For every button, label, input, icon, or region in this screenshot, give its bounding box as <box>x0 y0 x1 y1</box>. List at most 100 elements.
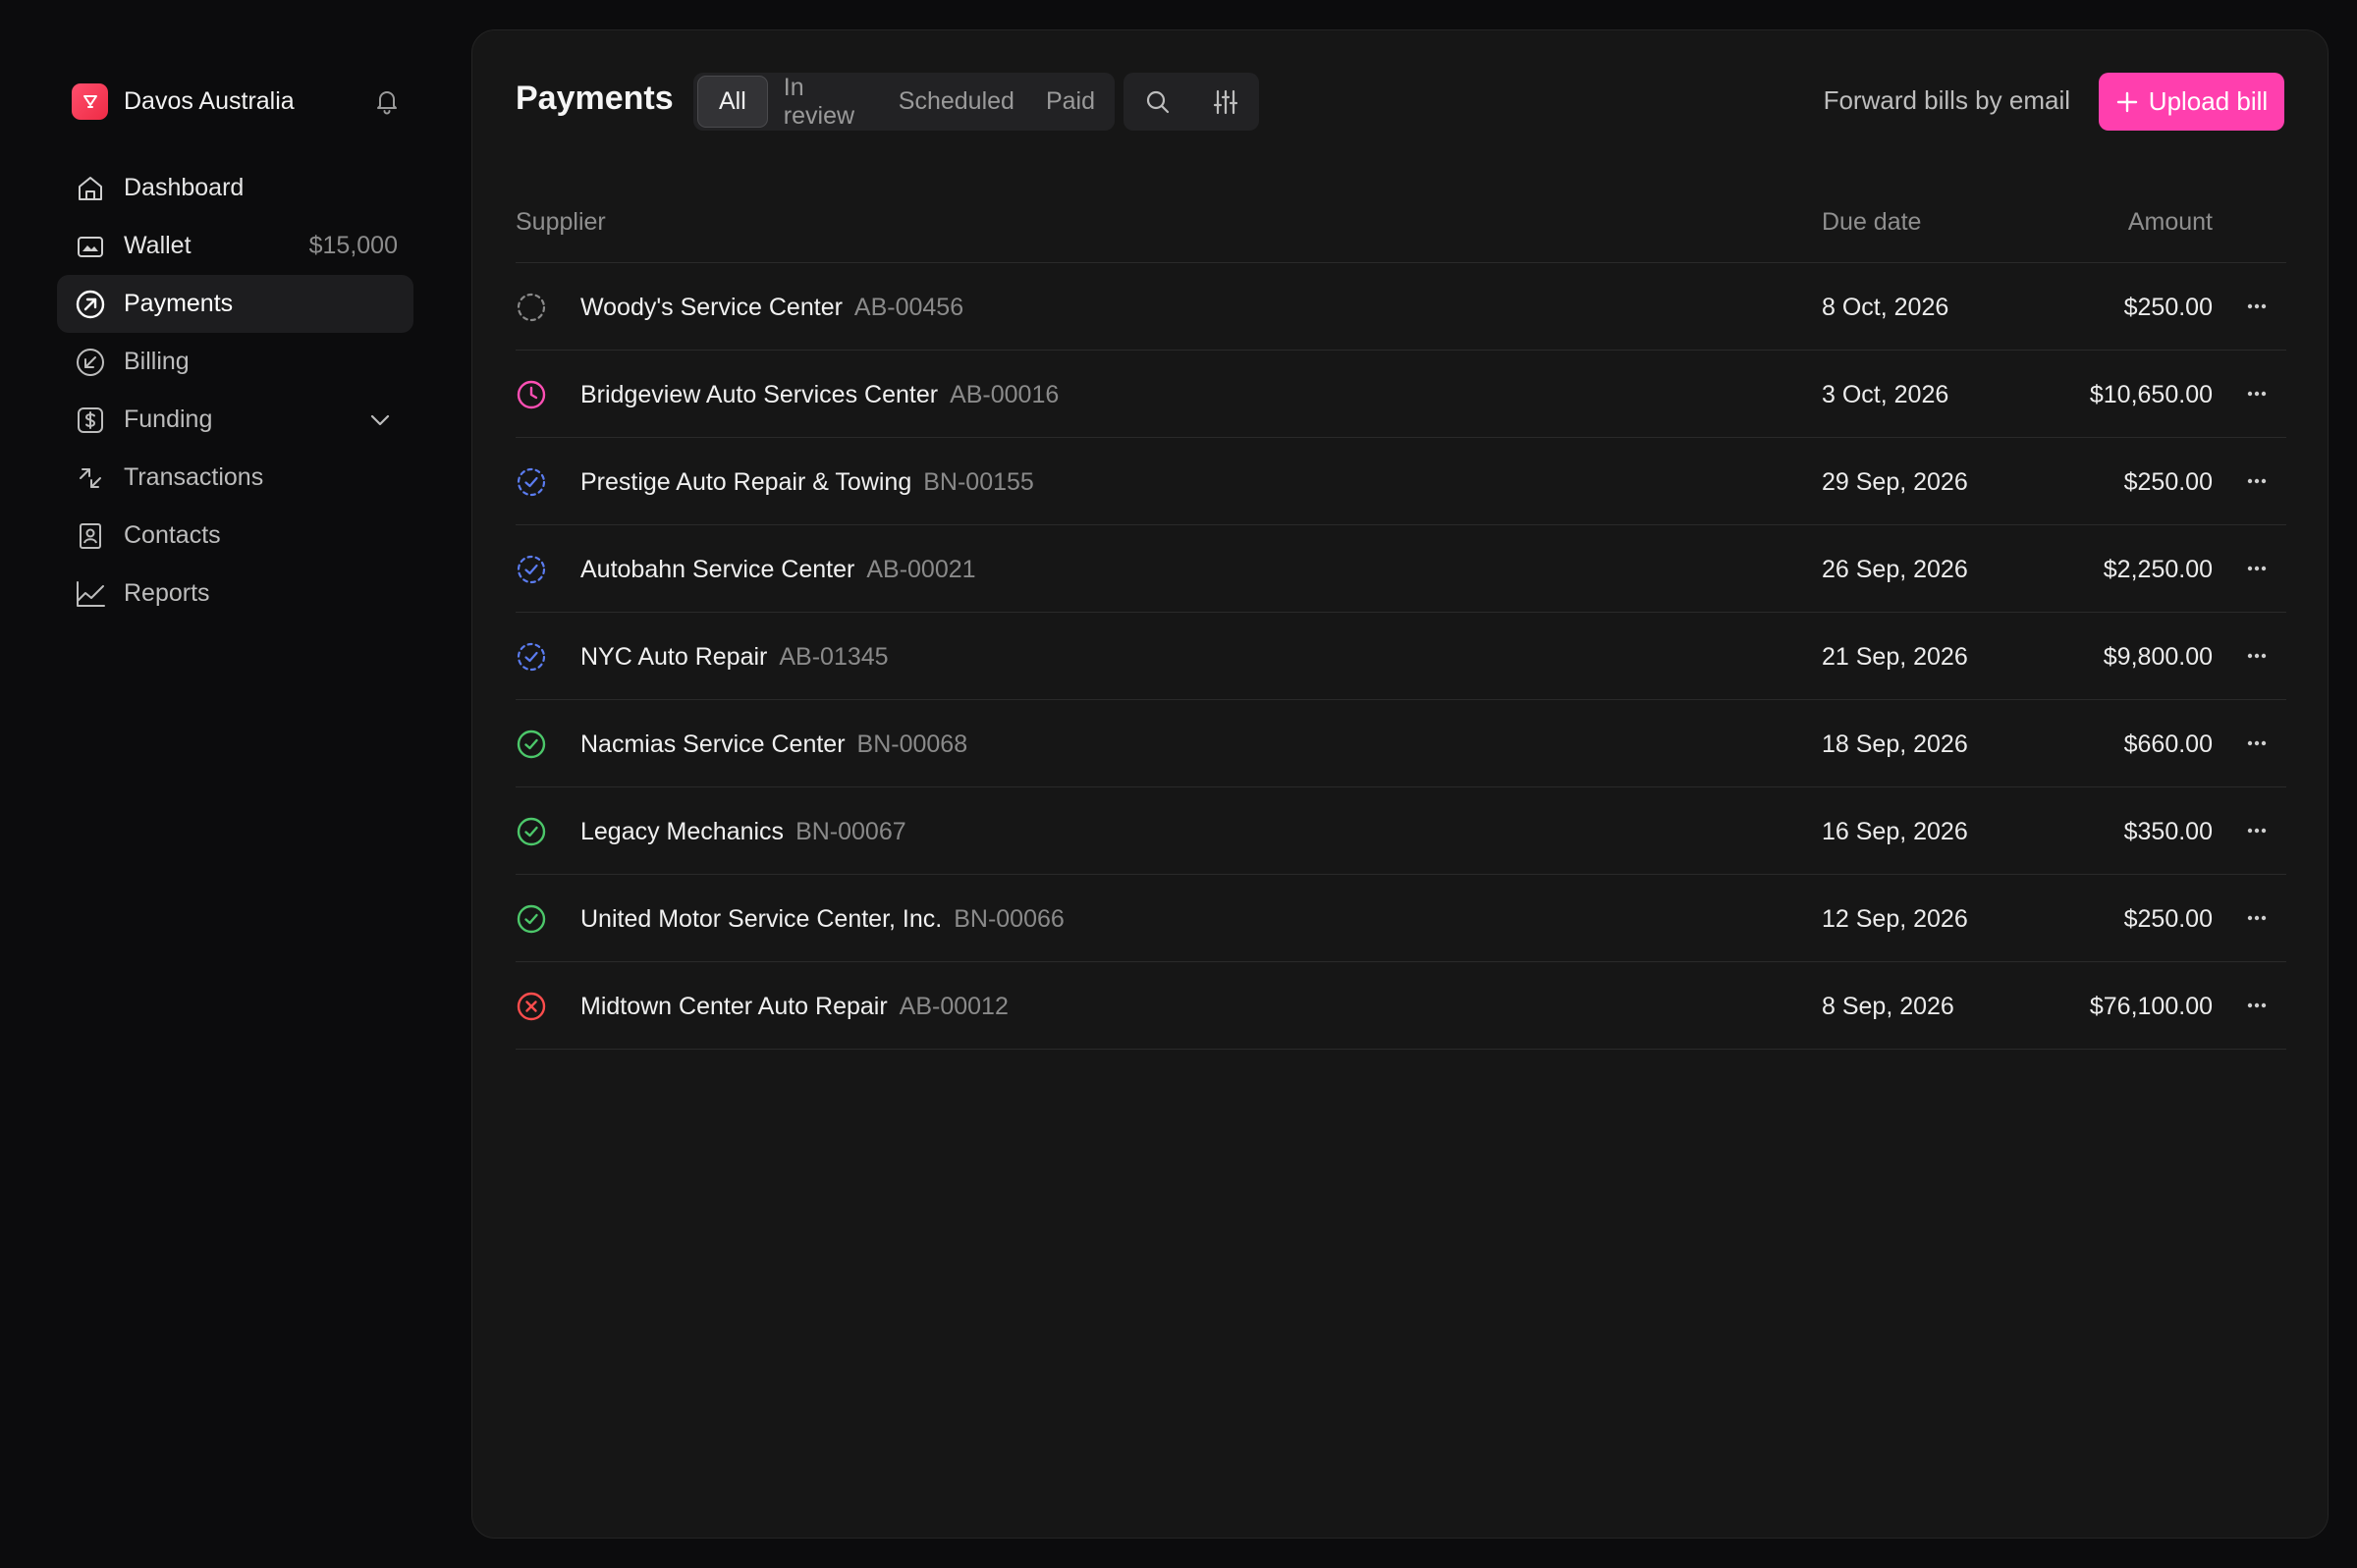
supplier-name: Woody's Service Center <box>580 294 843 321</box>
more-options-icon[interactable] <box>2241 642 2273 670</box>
amount: $250.00 <box>2123 468 2213 496</box>
sidebar-item-wallet[interactable]: Wallet $15,000 <box>57 217 413 275</box>
table-row[interactable]: Woody's Service Center AB-00456 8 Oct, 20… <box>516 263 2286 351</box>
sidebar-item-label: Billing <box>124 348 190 375</box>
search-icon[interactable] <box>1136 81 1179 124</box>
amount: $2,250.00 <box>2103 556 2213 583</box>
table-row[interactable]: Midtown Center Auto Repair AB-00012 8 Sep… <box>516 962 2286 1050</box>
due-date: 16 Sep, 2026 <box>1822 818 1968 845</box>
status-tabs: All In review Scheduled Paid <box>693 73 1115 131</box>
sidebar-item-transactions[interactable]: Transactions <box>57 449 413 507</box>
amount: $76,100.00 <box>2089 993 2213 1020</box>
dollar-square-icon <box>74 404 107 437</box>
filter-sliders-icon[interactable] <box>1204 81 1247 124</box>
more-options-icon[interactable] <box>2241 904 2273 932</box>
paid-check-icon <box>516 729 547 760</box>
bill-id: AB-00012 <box>899 993 1009 1020</box>
sidebar-nav: Dashboard Wallet $15,000 Payments Billin… <box>57 159 413 622</box>
paid-check-icon <box>516 816 547 847</box>
supplier-name: Autobahn Service Center <box>580 556 855 583</box>
amount: $250.00 <box>2123 294 2213 321</box>
arrow-up-right-circle-icon <box>74 288 107 321</box>
bill-id: BN-00067 <box>795 818 906 845</box>
table-row[interactable]: Legacy Mechanics BN-00067 16 Sep, 2026 $3… <box>516 787 2286 875</box>
bill-id: BN-00066 <box>954 905 1065 933</box>
more-options-icon[interactable] <box>2241 730 2273 757</box>
sidebar-item-dashboard[interactable]: Dashboard <box>57 159 413 217</box>
sidebar-item-reports[interactable]: Reports <box>57 565 413 622</box>
column-due-date[interactable]: Due date <box>1822 208 1921 237</box>
table-header: Supplier Due date Amount <box>516 178 2286 263</box>
table-row[interactable]: Nacmias Service Center BN-00068 18 Sep, 2… <box>516 700 2286 787</box>
table-row[interactable]: Bridgeview Auto Services Center AB-00016 … <box>516 351 2286 438</box>
more-options-icon[interactable] <box>2241 817 2273 844</box>
table-row[interactable]: NYC Auto Repair AB-01345 21 Sep, 2026 $9,… <box>516 613 2286 700</box>
sidebar-item-label: Transactions <box>124 463 264 491</box>
sidebar-item-funding[interactable]: Funding <box>57 391 413 449</box>
sidebar-item-label: Dashboard <box>124 174 245 201</box>
supplier-name: Prestige Auto Repair & Towing <box>580 468 912 496</box>
org-name: Davos Australia <box>124 86 295 115</box>
sidebar-item-label: Funding <box>124 406 213 433</box>
column-supplier[interactable]: Supplier <box>516 208 606 237</box>
sidebar: Davos Australia Dashboard Wallet $15,000… <box>0 0 471 1568</box>
draft-status-icon <box>516 292 547 323</box>
due-date: 29 Sep, 2026 <box>1822 468 1968 496</box>
org-logo-icon <box>72 82 108 120</box>
tab-scheduled[interactable]: Scheduled <box>883 76 1030 128</box>
forward-bills-link[interactable]: Forward bills by email <box>1824 85 2070 116</box>
more-options-icon[interactable] <box>2241 467 2273 495</box>
due-date: 18 Sep, 2026 <box>1822 730 1968 758</box>
plus-icon <box>2116 91 2137 112</box>
sidebar-item-billing[interactable]: Billing <box>57 333 413 391</box>
supplier-name: Nacmias Service Center <box>580 730 846 758</box>
due-date: 26 Sep, 2026 <box>1822 556 1968 583</box>
table-row[interactable]: Prestige Auto Repair & Towing BN-00155 29… <box>516 438 2286 525</box>
bell-icon[interactable] <box>372 86 402 116</box>
due-date: 12 Sep, 2026 <box>1822 905 1968 933</box>
more-options-icon[interactable] <box>2241 555 2273 582</box>
column-amount[interactable]: Amount <box>2128 208 2213 237</box>
wallet-icon <box>74 230 107 263</box>
tab-in-review[interactable]: In review <box>768 74 883 130</box>
scheduled-check-icon <box>516 554 547 585</box>
sidebar-item-contacts[interactable]: Contacts <box>57 507 413 565</box>
payments-table: Supplier Due date Amount Woody's Service… <box>516 178 2286 1050</box>
amount: $10,650.00 <box>2089 381 2213 408</box>
sidebar-item-label: Payments <box>124 290 234 317</box>
arrow-down-left-circle-icon <box>74 346 107 379</box>
bill-id: AB-01345 <box>779 643 889 671</box>
transfer-arrows-icon <box>74 461 107 495</box>
more-options-icon[interactable] <box>2241 293 2273 320</box>
more-options-icon[interactable] <box>2241 992 2273 1019</box>
chevron-down-icon[interactable] <box>366 406 394 434</box>
supplier-name: United Motor Service Center, Inc. <box>580 905 943 933</box>
tab-paid[interactable]: Paid <box>1030 76 1111 128</box>
sidebar-item-label: Contacts <box>124 521 221 549</box>
due-date: 8 Oct, 2026 <box>1822 294 1949 321</box>
table-row[interactable]: United Motor Service Center, Inc. BN-0006… <box>516 875 2286 962</box>
due-date: 8 Sep, 2026 <box>1822 993 1954 1020</box>
tab-all[interactable]: All <box>697 76 768 128</box>
table-row[interactable]: Autobahn Service Center AB-00021 26 Sep, … <box>516 525 2286 613</box>
upload-bill-button[interactable]: Upload bill <box>2099 73 2284 131</box>
sidebar-item-label: Wallet <box>124 232 192 259</box>
amount: $660.00 <box>2123 730 2213 758</box>
sidebar-item-payments[interactable]: Payments <box>57 275 413 333</box>
more-options-icon[interactable] <box>2241 380 2273 407</box>
bill-id: BN-00068 <box>856 730 968 758</box>
wallet-balance: $15,000 <box>308 232 398 259</box>
supplier-name: Bridgeview Auto Services Center <box>580 381 939 408</box>
supplier-name: Legacy Mechanics <box>580 818 785 845</box>
amount: $350.00 <box>2123 818 2213 845</box>
paid-check-icon <box>516 903 547 935</box>
table-tools <box>1124 73 1259 131</box>
supplier-name: Midtown Center Auto Repair <box>580 993 888 1020</box>
contact-book-icon <box>74 519 107 553</box>
payments-panel: Payments All In review Scheduled Paid Fo… <box>471 29 2329 1539</box>
app-window: Davos Australia Dashboard Wallet $15,000… <box>0 0 2357 1568</box>
org-switcher[interactable]: Davos Australia <box>72 82 402 120</box>
clock-status-icon <box>516 379 547 410</box>
bill-id: AB-00021 <box>866 556 976 583</box>
scheduled-check-icon <box>516 466 547 498</box>
